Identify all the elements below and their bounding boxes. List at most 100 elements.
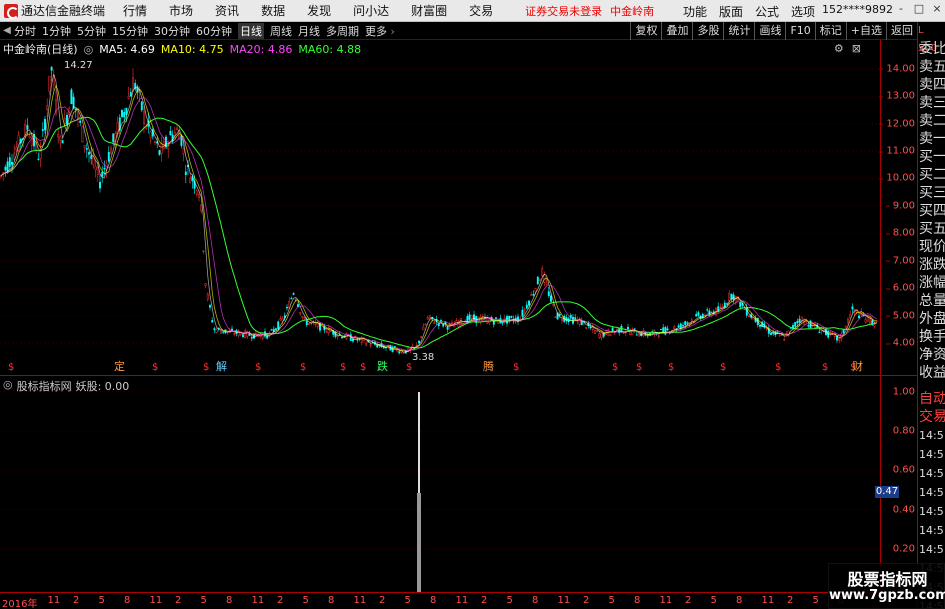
candle-body: [847, 318, 849, 323]
candle-body: [220, 330, 222, 334]
event-marker[interactable]: $: [822, 362, 828, 373]
toolbar-left-arrow-icon[interactable]: ◀: [0, 25, 14, 36]
event-marker[interactable]: 定: [114, 359, 125, 373]
back-button[interactable]: 返回: [886, 22, 917, 40]
event-marker[interactable]: $: [513, 362, 519, 373]
price-tick-label: 13.00: [879, 90, 915, 102]
login-status[interactable]: 证券交易未登录: [525, 3, 602, 19]
event-marker[interactable]: $: [775, 362, 781, 373]
event-marker[interactable]: $: [406, 362, 412, 373]
right-menu: 功能 版面 公式 选项: [683, 0, 827, 22]
menu-item-data[interactable]: 数据: [261, 2, 285, 19]
candle-body: [721, 306, 724, 308]
candle-body: [206, 294, 209, 300]
candle-body: [776, 331, 779, 333]
candle-body: [202, 250, 205, 253]
tab-weekly[interactable]: 周线: [270, 23, 292, 39]
menu-item-news[interactable]: 资讯: [215, 2, 239, 19]
quote-field-label: 买四: [919, 203, 945, 219]
multi-stock-button[interactable]: 多股: [692, 22, 723, 40]
watermark: 股票指标网 www.7gpzb.com: [828, 563, 945, 609]
indicator-dropdown-icon[interactable]: ◎: [3, 378, 13, 394]
kline-chart[interactable]: $ 定 $ $ 解 $ $ $ $ 跌 $ 腾 $ $ $ $ $ $ $ $ 财 14.27 3.38 中金岭南(日线…: [0, 40, 917, 375]
price-tick-label: 10.00: [879, 172, 915, 184]
candle-body: [365, 342, 368, 346]
event-marker[interactable]: $: [636, 362, 642, 373]
event-marker[interactable]: 解: [216, 359, 227, 373]
tab-1min[interactable]: 1分钟: [42, 23, 71, 39]
event-marker[interactable]: $: [152, 362, 158, 373]
overlay-button[interactable]: 叠加: [661, 22, 692, 40]
stats-button[interactable]: 统计: [723, 22, 754, 40]
candle-body: [176, 127, 178, 130]
candle-body: [101, 171, 104, 177]
maximize-button[interactable]: □: [913, 2, 925, 16]
candle-body: [85, 148, 88, 150]
settings-icon[interactable]: ⚙: [834, 42, 844, 55]
event-marker[interactable]: 跌: [377, 359, 388, 373]
window-controls: - □ ×: [895, 2, 943, 16]
price-tick-label: 11.00: [879, 145, 915, 157]
menu-item-quotes[interactable]: 行情: [123, 2, 147, 19]
close-button[interactable]: ×: [931, 2, 943, 16]
event-marker[interactable]: $: [612, 362, 618, 373]
event-marker[interactable]: $: [300, 362, 306, 373]
event-marker[interactable]: $: [720, 362, 726, 373]
tab-15min[interactable]: 15分钟: [112, 23, 148, 39]
menu-item-market[interactable]: 市场: [169, 2, 193, 19]
mark-button[interactable]: 标记: [814, 22, 846, 40]
tab-more[interactable]: 更多: [365, 23, 395, 39]
candle-body: [123, 112, 126, 118]
event-marker[interactable]: $: [255, 362, 261, 373]
tab-60min[interactable]: 60分钟: [196, 23, 232, 39]
candle-body: [629, 331, 632, 335]
draw-line-button[interactable]: 画线: [754, 22, 785, 40]
menu-item-discover[interactable]: 发现: [307, 2, 331, 19]
date-tick-label: 2: [685, 595, 692, 606]
auto-trade-label-2[interactable]: 交易: [918, 408, 945, 426]
menu-item-formula[interactable]: 公式: [755, 3, 779, 20]
menu-item-options[interactable]: 选项: [791, 3, 815, 20]
ma60-label: MA60: 4.88: [298, 42, 362, 56]
add-watchlist-button[interactable]: +自选: [845, 22, 886, 40]
event-marker[interactable]: $: [668, 362, 674, 373]
f10-button[interactable]: F10: [785, 22, 814, 40]
user-account[interactable]: 152****9892: [822, 3, 893, 16]
candle-body: [277, 321, 280, 330]
candle-body: [79, 120, 82, 123]
menu-item-trade[interactable]: 交易: [469, 2, 493, 19]
minimize-button[interactable]: -: [895, 2, 907, 16]
menu-item-wealth[interactable]: 财富圈: [411, 2, 447, 19]
tab-30min[interactable]: 30分钟: [154, 23, 190, 39]
dropdown-circle-icon[interactable]: ◎: [84, 43, 94, 56]
event-marker[interactable]: $: [8, 362, 14, 373]
ma20-label: MA20: 4.86: [229, 42, 293, 56]
auto-trade-label-1[interactable]: 自动: [918, 390, 945, 408]
candle-body: [211, 320, 214, 323]
date-tick-label: 5: [812, 595, 819, 606]
tab-intraday[interactable]: 分时: [14, 23, 36, 39]
candle-body: [279, 318, 282, 321]
close-panel-icon[interactable]: ⊠: [852, 42, 861, 55]
event-marker[interactable]: $: [340, 362, 346, 373]
menu-item-function[interactable]: 功能: [683, 3, 707, 20]
tab-5min[interactable]: 5分钟: [77, 23, 106, 39]
candle-body: [697, 312, 700, 316]
menu-item-layout[interactable]: 版面: [719, 3, 743, 20]
tab-multi-period[interactable]: 多周期: [326, 23, 359, 39]
menu-item-ask[interactable]: 问小达: [353, 2, 389, 19]
event-marker[interactable]: $: [360, 362, 366, 373]
event-marker[interactable]: $: [203, 362, 209, 373]
event-marker[interactable]: 财: [852, 359, 863, 373]
quote-field-label: 卖二: [919, 113, 945, 129]
candle-body: [184, 171, 187, 175]
tab-monthly[interactable]: 月线: [298, 23, 320, 39]
indicator-axis: 1.00 0.80 0.60 0.40 0.20: [880, 376, 917, 593]
candle-body: [778, 333, 781, 336]
candle-body: [11, 162, 13, 165]
indicator-chart[interactable]: ◎ 股标指标网 妖股: 0.00 1.00 0.80 0.60 0.40 0.20 0.…: [0, 375, 917, 593]
adjust-button[interactable]: 复权: [630, 22, 661, 40]
candle-body: [160, 143, 163, 154]
event-marker[interactable]: 腾: [483, 359, 494, 373]
tab-daily[interactable]: 日线: [238, 22, 264, 39]
